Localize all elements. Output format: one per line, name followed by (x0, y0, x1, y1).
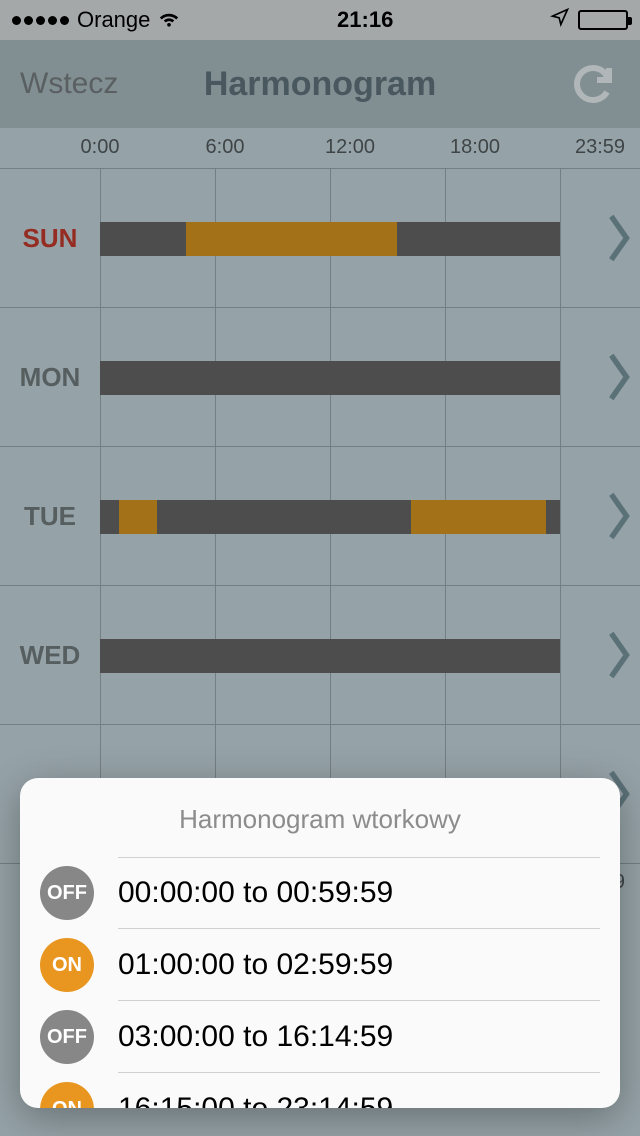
chevron-right-icon[interactable] (600, 586, 640, 724)
schedule-bar (100, 639, 560, 673)
refresh-icon (569, 60, 617, 108)
sheet-item[interactable]: OFF 03:00:00 to 16:14:59 (20, 1001, 620, 1073)
time-range: 00:00:00 to 00:59:59 (118, 857, 600, 929)
day-list: SUNMONTUEWEDTHU (0, 168, 640, 864)
day-chart (100, 308, 560, 446)
time-range: 16:15:00 to 23:14:59 (118, 1073, 600, 1108)
refresh-button[interactable] (566, 57, 620, 111)
off-badge: OFF (40, 1010, 94, 1064)
chevron-right-icon[interactable] (600, 169, 640, 307)
schedule-segment-on (186, 222, 397, 256)
tick-12: 12:00 (325, 136, 375, 159)
day-row[interactable]: WED (0, 585, 640, 725)
chevron-right-icon[interactable] (600, 447, 640, 585)
schedule-bar (100, 361, 560, 395)
time-range: 01:00:00 to 02:59:59 (118, 929, 600, 1001)
schedule-bar (100, 500, 560, 534)
location-icon (550, 7, 570, 33)
on-badge: ON (40, 1082, 94, 1108)
signal-icon (12, 16, 69, 25)
sheet-item[interactable]: ON 01:00:00 to 02:59:59 (20, 929, 620, 1001)
schedule-segment-on (411, 500, 545, 534)
off-badge: OFF (40, 866, 94, 920)
sheet-item[interactable]: OFF 00:00:00 to 00:59:59 (20, 857, 620, 929)
clock: 21:16 (337, 7, 393, 33)
schedule-bar (100, 222, 560, 256)
day-label: SUN (0, 169, 100, 307)
day-label: WED (0, 586, 100, 724)
tick-18: 18:00 (450, 136, 500, 159)
carrier-label: Orange (77, 7, 150, 33)
tick-6: 6:00 (206, 136, 245, 159)
time-range: 03:00:00 to 16:14:59 (118, 1001, 600, 1073)
battery-icon (578, 10, 628, 30)
status-bar: Orange 21:16 (0, 0, 640, 40)
sheet-item[interactable]: ON 16:15:00 to 23:14:59 (20, 1073, 620, 1108)
chevron-right-icon[interactable] (600, 308, 640, 446)
sheet-title: Harmonogram wtorkowy (20, 778, 620, 857)
day-row[interactable]: MON (0, 307, 640, 447)
day-chart (100, 586, 560, 724)
day-row[interactable]: TUE (0, 446, 640, 586)
sheet-list: OFF 00:00:00 to 00:59:59 ON 01:00:00 to 02:… (20, 857, 620, 1108)
action-sheet: Harmonogram wtorkowy OFF 00:00:00 to 00:5… (20, 778, 620, 1108)
status-right (550, 7, 628, 33)
day-chart (100, 169, 560, 307)
day-label: TUE (0, 447, 100, 585)
schedule-segment-on (119, 500, 157, 534)
wifi-icon (158, 6, 180, 34)
tick-24: 23:59 (575, 136, 625, 159)
nav-bar: Wstecz Harmonogram (0, 40, 640, 128)
status-left: Orange (12, 6, 180, 34)
time-ruler-top: 0:00 6:00 12:00 18:00 23:59 (100, 128, 600, 168)
day-label: MON (0, 308, 100, 446)
on-badge: ON (40, 938, 94, 992)
tick-0: 0:00 (81, 136, 120, 159)
day-row[interactable]: SUN (0, 168, 640, 308)
day-chart (100, 447, 560, 585)
back-button[interactable]: Wstecz (20, 67, 118, 101)
